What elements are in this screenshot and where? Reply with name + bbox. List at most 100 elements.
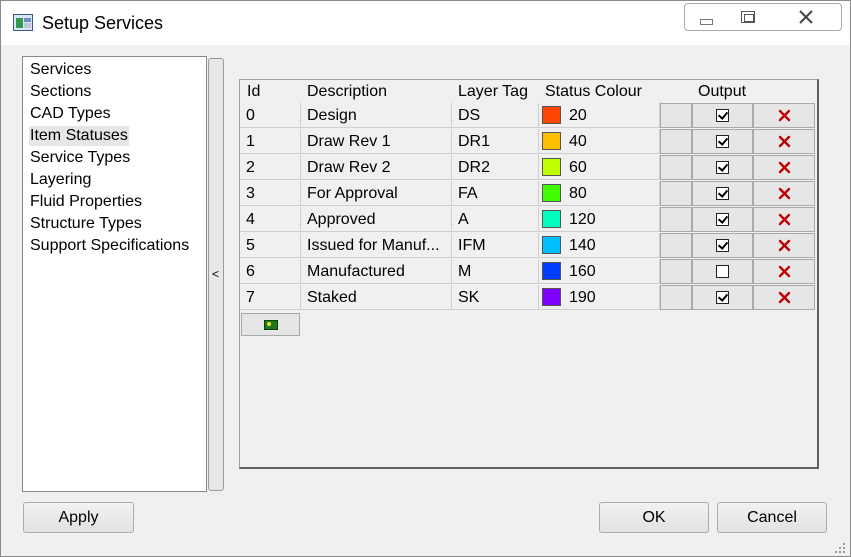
colour-picker-button[interactable] xyxy=(660,259,692,284)
cell-layer-tag[interactable]: SK xyxy=(452,285,539,310)
cell-description[interactable]: Issued for Manuf... xyxy=(301,233,452,258)
colour-picker-button[interactable] xyxy=(660,155,692,180)
colour-picker-button[interactable] xyxy=(660,233,692,258)
delete-row-button[interactable] xyxy=(753,129,815,154)
cell-id[interactable]: 6 xyxy=(240,259,301,284)
red-x-icon xyxy=(778,135,790,148)
cell-status-colour[interactable]: 140 xyxy=(539,233,660,258)
nav-item[interactable]: Fluid Properties xyxy=(29,192,143,212)
output-checkbox[interactable] xyxy=(716,187,729,200)
cell-description[interactable]: For Approval xyxy=(301,181,452,206)
cell-id[interactable]: 2 xyxy=(240,155,301,180)
output-toggle[interactable] xyxy=(692,285,753,310)
output-toggle[interactable] xyxy=(692,129,753,154)
output-toggle[interactable] xyxy=(692,103,753,128)
cell-id[interactable]: 1 xyxy=(240,129,301,154)
output-checkbox[interactable] xyxy=(716,213,729,226)
column-header-status-colour: Status Colour xyxy=(545,83,642,100)
nav-item[interactable]: CAD Types xyxy=(29,104,112,124)
cell-layer-tag[interactable]: M xyxy=(452,259,539,284)
add-row-button[interactable] xyxy=(241,313,300,336)
cell-layer-tag[interactable]: A xyxy=(452,207,539,232)
cell-layer-tag[interactable]: DR2 xyxy=(452,155,539,180)
cell-status-colour[interactable]: 120 xyxy=(539,207,660,232)
cell-id[interactable]: 5 xyxy=(240,233,301,258)
colour-picker-button[interactable] xyxy=(660,129,692,154)
nav-item[interactable]: Sections xyxy=(29,82,92,102)
output-checkbox[interactable] xyxy=(716,239,729,252)
output-checkbox[interactable] xyxy=(716,291,729,304)
resize-grip[interactable] xyxy=(833,541,847,555)
cell-status-colour[interactable]: 80 xyxy=(539,181,660,206)
colour-swatch xyxy=(542,106,561,124)
cell-description[interactable]: Approved xyxy=(301,207,452,232)
red-x-icon xyxy=(778,265,790,278)
title-bar[interactable]: Setup Services xyxy=(1,1,850,45)
cancel-button[interactable]: Cancel xyxy=(717,502,827,533)
output-checkbox[interactable] xyxy=(716,135,729,148)
cell-status-colour[interactable]: 160 xyxy=(539,259,660,284)
cell-status-colour[interactable]: 40 xyxy=(539,129,660,154)
close-button[interactable] xyxy=(769,4,842,30)
cell-description[interactable]: Manufactured xyxy=(301,259,452,284)
colour-swatch xyxy=(542,236,561,254)
output-checkbox[interactable] xyxy=(716,265,729,278)
colour-value: 160 xyxy=(569,263,596,280)
collapse-panel-button[interactable]: < xyxy=(208,58,224,491)
apply-button[interactable]: Apply xyxy=(23,502,134,533)
colour-picker-button[interactable] xyxy=(660,181,692,206)
nav-item[interactable]: Support Specifications xyxy=(29,236,190,256)
cell-status-colour[interactable]: 60 xyxy=(539,155,660,180)
nav-item[interactable]: Service Types xyxy=(29,148,131,168)
delete-row-button[interactable] xyxy=(753,233,815,258)
cell-id[interactable]: 3 xyxy=(240,181,301,206)
nav-item[interactable]: Services xyxy=(29,60,92,80)
output-toggle[interactable] xyxy=(692,233,753,258)
window-title: Setup Services xyxy=(42,13,164,33)
output-toggle[interactable] xyxy=(692,207,753,232)
cell-layer-tag[interactable]: DS xyxy=(452,103,539,128)
delete-row-button[interactable] xyxy=(753,285,815,310)
column-header-description: Description xyxy=(307,83,388,100)
delete-row-button[interactable] xyxy=(753,103,815,128)
cell-layer-tag[interactable]: IFM xyxy=(452,233,539,258)
delete-row-button[interactable] xyxy=(753,181,815,206)
cell-layer-tag[interactable]: DR1 xyxy=(452,129,539,154)
nav-item[interactable]: Layering xyxy=(29,170,92,190)
delete-row-button[interactable] xyxy=(753,259,815,284)
cell-id[interactable]: 7 xyxy=(240,285,301,310)
output-checkbox[interactable] xyxy=(716,109,729,122)
category-list[interactable]: Services Sections CAD Types Item Statuses Se… xyxy=(22,56,207,492)
nav-item[interactable]: Item Statuses xyxy=(29,126,129,146)
colour-picker-button[interactable] xyxy=(660,285,692,310)
minimize-button[interactable] xyxy=(685,4,727,30)
cell-description[interactable]: Staked xyxy=(301,285,452,310)
output-checkbox[interactable] xyxy=(716,161,729,174)
ok-button[interactable]: OK xyxy=(599,502,709,533)
cell-id[interactable]: 4 xyxy=(240,207,301,232)
cell-description[interactable]: Design xyxy=(301,103,452,128)
colour-swatch xyxy=(542,262,561,280)
colour-value: 140 xyxy=(569,237,596,254)
cell-description[interactable]: Draw Rev 1 xyxy=(301,129,452,154)
colour-swatch xyxy=(542,158,561,176)
colour-value: 190 xyxy=(569,289,596,306)
delete-row-button[interactable] xyxy=(753,155,815,180)
close-icon xyxy=(798,10,813,24)
red-x-icon xyxy=(778,187,790,200)
output-toggle[interactable] xyxy=(692,259,753,284)
output-toggle[interactable] xyxy=(692,181,753,206)
nav-item[interactable]: Structure Types xyxy=(29,214,143,234)
cell-layer-tag[interactable]: FA xyxy=(452,181,539,206)
cell-description[interactable]: Draw Rev 2 xyxy=(301,155,452,180)
colour-picker-button[interactable] xyxy=(660,103,692,128)
cell-status-colour[interactable]: 20 xyxy=(539,103,660,128)
maximize-button[interactable] xyxy=(727,4,769,30)
output-toggle[interactable] xyxy=(692,155,753,180)
delete-row-button[interactable] xyxy=(753,207,815,232)
cell-status-colour[interactable]: 190 xyxy=(539,285,660,310)
colour-swatch xyxy=(542,210,561,228)
red-x-icon xyxy=(778,239,790,252)
colour-picker-button[interactable] xyxy=(660,207,692,232)
cell-id[interactable]: 0 xyxy=(240,103,301,128)
